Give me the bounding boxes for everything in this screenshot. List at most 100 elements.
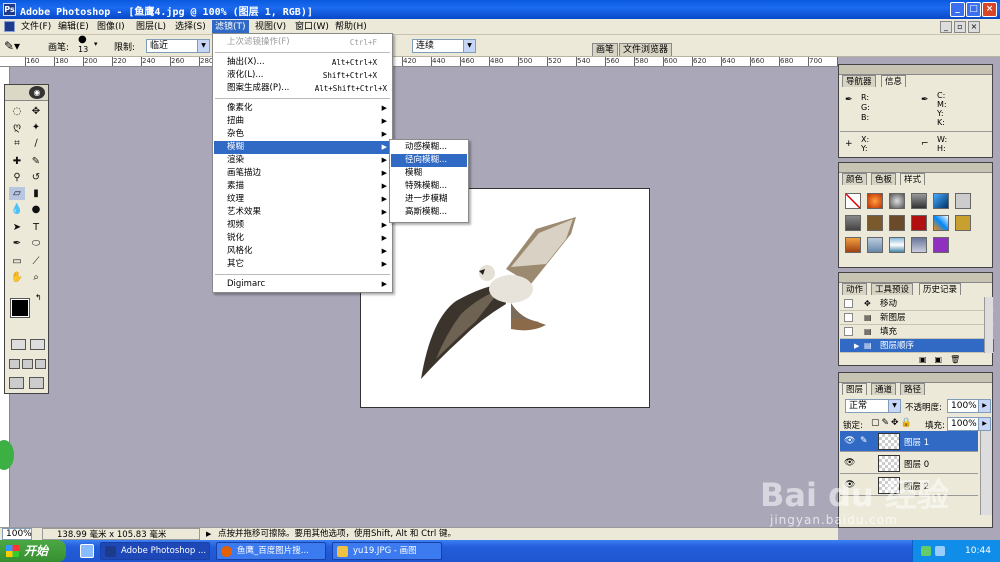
style-none-swatch[interactable]	[845, 193, 861, 209]
lasso-tool-icon[interactable]: ღ	[9, 121, 25, 134]
tab-actions[interactable]: 动作	[842, 283, 868, 295]
menu-window[interactable]: 窗口(W)	[292, 20, 332, 34]
clock[interactable]: 10:44	[965, 540, 991, 562]
move-tool-icon[interactable]: ✥	[28, 105, 44, 118]
history-brush-source-box[interactable]	[844, 313, 853, 322]
menu-item-last-filter[interactable]: 上次滤镜操作(F) Ctrl+F	[214, 36, 391, 49]
screen-mode-standard-icon[interactable]	[9, 359, 20, 369]
menu-help[interactable]: 帮助(H)	[332, 20, 370, 34]
tab-paths[interactable]: 路径	[900, 383, 926, 395]
maximize-button[interactable]: □	[966, 2, 981, 17]
menu-item-smart-blur[interactable]: 特殊模糊...	[391, 180, 467, 193]
adobe-eye-icon[interactable]: ◉	[29, 86, 45, 99]
volume-icon[interactable]	[935, 546, 945, 556]
menu-item-sharpen[interactable]: 锐化 ▶	[214, 232, 391, 245]
healing-brush-icon[interactable]: ✚	[9, 155, 25, 168]
path-selection-icon[interactable]: ➤	[9, 221, 25, 234]
imageready-icon[interactable]	[29, 377, 44, 389]
blur-tool-icon[interactable]: 💧	[9, 203, 25, 216]
eye-icon[interactable]: 👁	[844, 436, 855, 446]
screen-mode-full-icon[interactable]	[35, 359, 46, 369]
gradient-tool-icon[interactable]: ▮	[28, 187, 44, 200]
zoom-input[interactable]: 100%	[2, 528, 32, 540]
history-footer-icons[interactable]: ▣▣🗑	[919, 355, 968, 364]
hand-tool-icon[interactable]: ✋	[9, 271, 25, 284]
tab-channels[interactable]: 通道	[871, 383, 897, 395]
doc-size-info[interactable]: 138.99 毫米 x 105.83 毫米	[42, 528, 200, 540]
menu-item-stylize[interactable]: 风格化 ▶	[214, 245, 391, 258]
layers-scrollbar[interactable]	[980, 431, 992, 515]
eyedropper-tool-icon[interactable]: ⟋	[28, 255, 44, 268]
history-item[interactable]: ▤ 新图层	[840, 311, 994, 325]
style-swatch[interactable]	[867, 215, 883, 231]
history-scrollbar[interactable]	[984, 297, 993, 353]
menu-item-noise[interactable]: 杂色 ▶	[214, 128, 391, 141]
swap-colors-icon[interactable]: ↰	[35, 293, 42, 302]
style-swatch[interactable]	[911, 193, 927, 209]
eraser-tool-preset-icon[interactable]: ✎▾	[4, 39, 28, 53]
style-swatch[interactable]	[911, 237, 927, 253]
menu-filter[interactable]: 滤镜(T)	[212, 20, 249, 34]
tab-brushes[interactable]: 画笔	[592, 43, 619, 56]
history-brush-source-box[interactable]	[844, 299, 853, 308]
marquee-tool-icon[interactable]: ◌	[9, 105, 25, 118]
crop-tool-icon[interactable]: ⌗	[9, 137, 25, 150]
magic-wand-tool-icon[interactable]: ✦	[28, 121, 44, 134]
menu-item-sketch[interactable]: 素描 ▶	[214, 180, 391, 193]
standard-mode-icon[interactable]	[11, 339, 26, 350]
menu-image[interactable]: 图像(I)	[94, 20, 128, 34]
brush-dot-icon[interactable]: ●	[78, 35, 90, 45]
fill-input[interactable]: 100% ▶	[947, 417, 991, 431]
menu-item-pixelate[interactable]: 像素化 ▶	[214, 102, 391, 115]
style-swatch[interactable]	[889, 215, 905, 231]
menu-item-brush-strokes[interactable]: 画笔描边 ▶	[214, 167, 391, 180]
menu-item-distort[interactable]: 扭曲 ▶	[214, 115, 391, 128]
doc-restore-button[interactable]: ▫	[954, 21, 966, 33]
menu-select[interactable]: 选择(S)	[172, 20, 209, 34]
brush-dropdown-icon[interactable]: ▾	[94, 40, 98, 48]
style-swatch[interactable]	[911, 215, 927, 231]
start-button[interactable]: 开始	[0, 540, 66, 562]
history-item-selected[interactable]: ▶ ▤ 图层顺序	[840, 339, 994, 353]
tab-styles[interactable]: 样式	[900, 173, 926, 185]
minimize-button[interactable]: _	[950, 2, 965, 17]
doc-minimize-button[interactable]: _	[940, 21, 952, 33]
style-swatch[interactable]	[955, 215, 971, 231]
menu-item-texture[interactable]: 纹理 ▶	[214, 193, 391, 206]
menu-item-blur-more[interactable]: 进一步模糊	[391, 193, 467, 206]
menu-item-artistic[interactable]: 艺术效果 ▶	[214, 206, 391, 219]
tab-layers[interactable]: 图层	[842, 383, 868, 395]
dodge-tool-icon[interactable]: ●	[28, 203, 44, 216]
task-photoshop[interactable]: Adobe Photoshop ...	[100, 542, 210, 560]
tab-file-browser[interactable]: 文件浏览器	[619, 43, 673, 56]
shape-tool-icon[interactable]: ⬭	[28, 237, 44, 250]
tab-history[interactable]: 历史记录	[919, 283, 962, 295]
slice-tool-icon[interactable]: ∕	[28, 137, 44, 150]
tab-tool-presets[interactable]: 工具预设	[871, 283, 914, 295]
style-swatch[interactable]	[845, 215, 861, 231]
close-button[interactable]: ×	[982, 2, 997, 17]
menu-item-render[interactable]: 渲染 ▶	[214, 154, 391, 167]
style-swatch[interactable]	[845, 237, 861, 253]
menu-item-gaussian-blur[interactable]: 高斯模糊...	[391, 206, 467, 219]
zoom-tool-icon[interactable]: ⌕	[28, 271, 44, 284]
eye-icon[interactable]: 👁	[844, 458, 855, 468]
contiguous-select[interactable]: 连续 ▼	[412, 39, 476, 53]
show-desktop-icon[interactable]	[80, 544, 94, 558]
document-icon[interactable]	[4, 21, 15, 32]
brush-tool-icon[interactable]: ✎	[28, 155, 44, 168]
quick-mask-icon[interactable]	[30, 339, 45, 350]
history-brush-source-box[interactable]	[844, 327, 853, 336]
menu-item-other[interactable]: 其它 ▶	[214, 258, 391, 271]
notes-tool-icon[interactable]: ▭	[9, 255, 25, 268]
menu-item-blur[interactable]: 模糊 ▶	[214, 141, 391, 154]
menu-file[interactable]: 文件(F)	[18, 20, 54, 34]
menu-item-motion-blur[interactable]: 动感模糊...	[391, 141, 467, 154]
menu-item-radial-blur[interactable]: 径向模糊...	[391, 154, 467, 167]
opacity-input[interactable]: 100% ▶	[947, 399, 991, 413]
type-tool-icon[interactable]: T	[28, 221, 44, 234]
history-brush-icon[interactable]: ↺	[28, 171, 44, 184]
style-swatch[interactable]	[933, 237, 949, 253]
style-swatch[interactable]	[889, 193, 905, 209]
menu-item-liquify[interactable]: 液化(L)... Shift+Ctrl+X	[214, 69, 391, 82]
